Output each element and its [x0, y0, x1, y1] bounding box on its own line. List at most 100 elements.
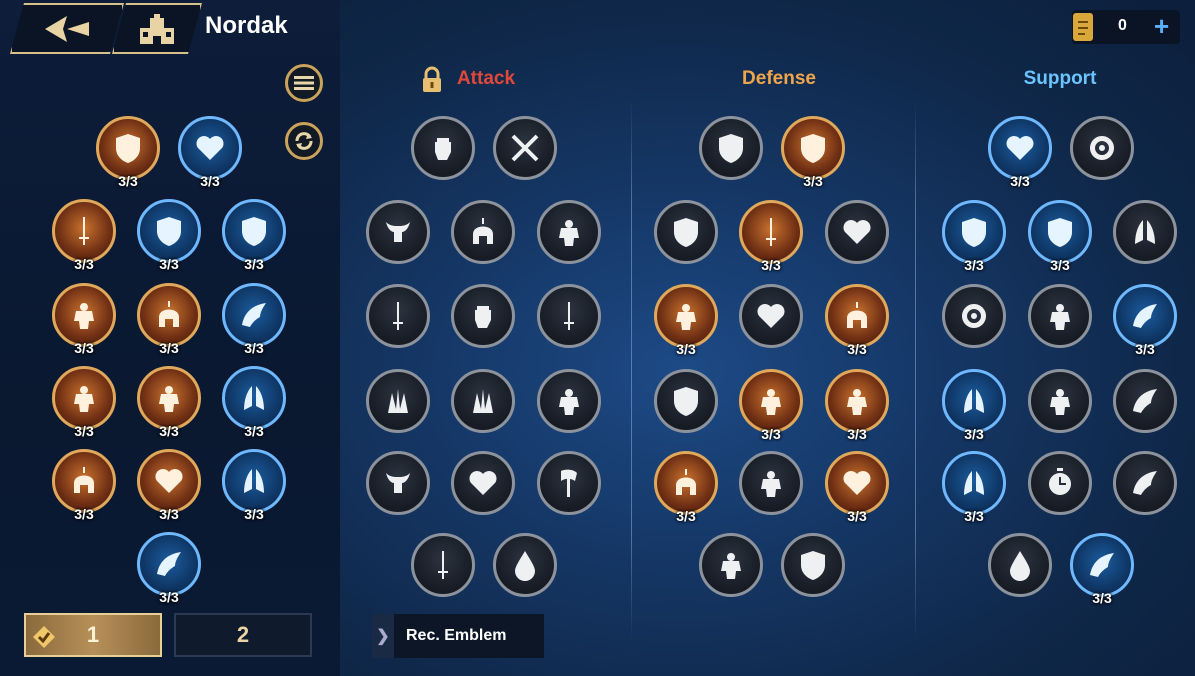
support-emblem-chain-shield[interactable]: 3/3 — [1028, 200, 1092, 273]
arc-figure-icon — [159, 386, 179, 412]
support-emblem-aura-figure[interactable] — [1028, 369, 1092, 433]
emblem-count: 3/3 — [118, 173, 138, 189]
support-emblem-heart[interactable]: 3/3 — [988, 116, 1052, 189]
support-emblem-heart-hands[interactable] — [1113, 200, 1177, 264]
chain-shield-icon — [242, 217, 266, 246]
broken-heart-icon — [843, 471, 871, 495]
reset-button[interactable] — [285, 122, 323, 160]
defense-emblem-shield[interactable] — [699, 116, 763, 180]
back-button[interactable] — [10, 3, 124, 54]
equipped-emblem-helmet[interactable]: 3/3 — [52, 449, 116, 522]
defense-emblem-sword[interactable]: 3/3 — [739, 200, 803, 273]
recommended-emblem-button[interactable]: ❯ Rec. Emblem — [372, 614, 544, 658]
back-arrow-icon — [37, 13, 97, 45]
attack-category-title: Attack — [456, 68, 516, 89]
buff-figure-icon — [1050, 304, 1070, 330]
attack-emblem-broken-heart[interactable] — [451, 451, 515, 515]
equipped-emblem-broken-heart[interactable]: 3/3 — [137, 449, 201, 522]
equipped-emblem-speed[interactable]: 3/3 — [137, 532, 201, 605]
support-emblem-target[interactable] — [942, 284, 1006, 348]
defense-emblem-pierced-shield[interactable] — [654, 369, 718, 433]
support-emblem-stopwatch[interactable] — [1028, 451, 1092, 515]
attack-emblem-arrows-figure[interactable] — [537, 200, 601, 264]
attack-emblem-shattered-sword[interactable] — [411, 533, 475, 597]
defense-emblem-broken-shield[interactable] — [654, 200, 718, 264]
defense-emblem-cracked-heart[interactable] — [739, 284, 803, 348]
crosshair-icon — [1089, 136, 1114, 160]
arrows-figure-icon — [559, 220, 579, 246]
defense-emblem-broken-heart[interactable]: 3/3 — [825, 451, 889, 524]
attack-emblem-beast[interactable] — [366, 200, 430, 264]
equipped-emblem-hands[interactable]: 3/3 — [222, 366, 286, 439]
emblem-count: 3/3 — [964, 426, 984, 442]
emblem-count: 3/3 — [159, 506, 179, 522]
equipped-emblem-armor[interactable]: 3/3 — [137, 283, 201, 356]
list-view-button[interactable] — [285, 64, 323, 102]
defense-emblem-crown-figure[interactable]: 3/3 — [739, 369, 803, 442]
support-emblem-gear-boot[interactable] — [1113, 451, 1177, 515]
defense-emblem-meditation[interactable] — [699, 533, 763, 597]
attack-emblem-bleeding-blade[interactable] — [537, 284, 601, 348]
loadout-tab-2[interactable]: 2 — [174, 613, 312, 657]
equipped-emblem-arc-figure[interactable]: 3/3 — [137, 366, 201, 439]
attack-emblem-cracked-helm[interactable] — [451, 200, 515, 264]
attack-emblem-shattered[interactable] — [451, 284, 515, 348]
defense-emblem-armor[interactable]: 3/3 — [825, 284, 889, 357]
support-emblem-dash[interactable]: 3/3 — [1113, 284, 1177, 357]
attack-emblem-crossed-swords[interactable] — [493, 116, 557, 180]
attack-emblem-fist[interactable] — [411, 116, 475, 180]
bleeding-blade-icon — [564, 302, 574, 330]
defense-emblem-heart-plus[interactable] — [825, 200, 889, 264]
emblem-count: 3/3 — [74, 423, 94, 439]
wing-boot-icon — [1133, 304, 1157, 328]
defense-emblem-crowned-shield[interactable]: 3/3 — [781, 116, 845, 189]
equipped-emblem-heart[interactable]: 3/3 — [178, 116, 242, 189]
emblem-count: 3/3 — [847, 341, 867, 357]
defense-emblem-helmet[interactable]: 3/3 — [654, 451, 718, 524]
attack-emblem-spike-burst[interactable] — [451, 369, 515, 433]
support-emblem-speed[interactable]: 3/3 — [1070, 533, 1134, 606]
emblem-count: 3/3 — [1092, 590, 1112, 606]
equipped-emblem-winged-shield[interactable]: 3/3 — [137, 199, 201, 272]
equipped-emblem-crown-figure[interactable]: 3/3 — [52, 366, 116, 439]
defense-emblem-sparkle-figure[interactable] — [739, 451, 803, 515]
defense-emblem-arc-figure[interactable]: 3/3 — [825, 369, 889, 442]
currency-value: 0 — [1118, 17, 1127, 34]
attack-emblem-pierced-figure[interactable] — [537, 369, 601, 433]
emblem-count: 3/3 — [847, 426, 867, 442]
boot-icon — [1133, 389, 1157, 413]
support-emblem-healing-hand[interactable]: 3/3 — [942, 451, 1006, 524]
speed-boot-icon — [1090, 553, 1114, 577]
support-emblem-winged-shield[interactable]: 3/3 — [942, 200, 1006, 273]
support-emblem-crosshair[interactable] — [1070, 116, 1134, 180]
equipped-emblem-chain-shield[interactable]: 3/3 — [222, 199, 286, 272]
add-currency-button[interactable]: + — [1154, 11, 1169, 42]
equipped-emblem-shield[interactable]: 3/3 — [96, 116, 160, 189]
attack-emblem-flame[interactable] — [493, 533, 557, 597]
attack-emblem-axe[interactable] — [537, 451, 601, 515]
winged-shield-icon — [962, 218, 986, 247]
attack-emblem-trident[interactable] — [366, 369, 430, 433]
equipped-emblem-dash[interactable]: 3/3 — [222, 283, 286, 356]
attack-emblem-dagger[interactable] — [366, 284, 430, 348]
water-drop-icon — [1010, 551, 1030, 581]
support-emblem-hands[interactable]: 3/3 — [942, 369, 1006, 442]
loadout-tab-1[interactable]: 1 — [24, 613, 162, 657]
attack-emblem-demon[interactable] — [366, 451, 430, 515]
support-emblem-water-drop[interactable] — [988, 533, 1052, 597]
healing-hand-icon — [244, 469, 264, 493]
emblem-count: 3/3 — [74, 506, 94, 522]
emblem-count: 3/3 — [244, 256, 264, 272]
defense-emblem-whirl[interactable]: 3/3 — [654, 284, 718, 357]
equipped-emblem-whirl[interactable]: 3/3 — [52, 283, 116, 356]
helmet-icon — [676, 469, 696, 495]
emblem-count: 3/3 — [159, 423, 179, 439]
equipped-emblem-sword[interactable]: 3/3 — [52, 199, 116, 272]
equipped-emblem-healing-hand[interactable]: 3/3 — [222, 449, 286, 522]
defense-emblem-winged-shield[interactable] — [781, 533, 845, 597]
support-emblem-buff-figure[interactable] — [1028, 284, 1092, 348]
scroll-ticket-icon — [1073, 13, 1093, 41]
home-button[interactable] — [112, 3, 202, 54]
support-emblem-boot[interactable] — [1113, 369, 1177, 433]
emblem-count: 3/3 — [200, 173, 220, 189]
